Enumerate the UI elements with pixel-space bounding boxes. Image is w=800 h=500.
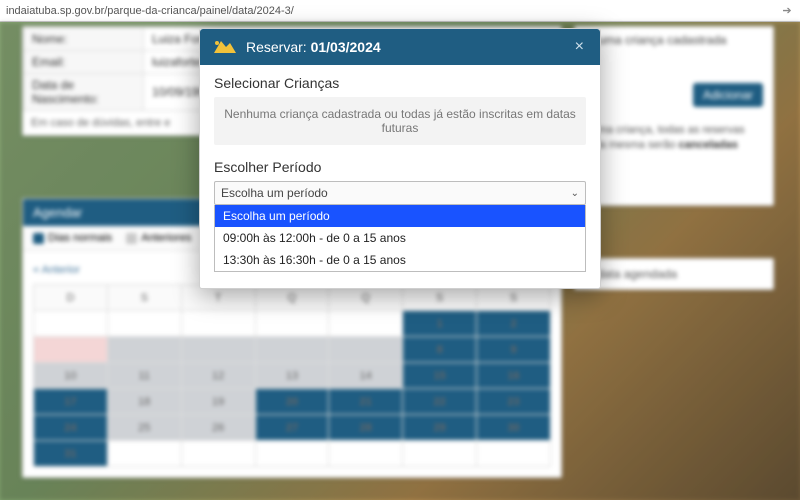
modal-title: Reservar: 01/03/2024 (246, 39, 381, 55)
periodo-option[interactable]: 13:30h às 16:30h - de 0 a 15 anos (215, 249, 585, 271)
modal-overlay: Reservar: 01/03/2024 × Selecionar Crianç… (0, 22, 800, 500)
periodo-select-value: Escolha um período (221, 186, 328, 200)
periodo-option[interactable]: Escolha um período (215, 205, 585, 227)
periodo-options-list: Escolha um período09:00h às 12:00h - de … (214, 205, 586, 272)
modal-close-icon[interactable]: × (571, 38, 588, 56)
reservar-modal: Reservar: 01/03/2024 × Selecionar Crianç… (199, 28, 601, 289)
modal-header: Reservar: 01/03/2024 × (200, 29, 600, 65)
browser-go-icon[interactable]: ➔ (780, 4, 794, 18)
no-children-info-box: Nenhuma criança cadastrada ou todas já e… (214, 97, 586, 145)
section-title-children: Selecionar Crianças (214, 75, 586, 91)
periodo-select[interactable]: Escolha um período ⌄ (214, 181, 586, 205)
periodo-option[interactable]: 09:00h às 12:00h - de 0 a 15 anos (215, 227, 585, 249)
section-title-periodo: Escolher Período (214, 159, 586, 175)
browser-url-input[interactable] (6, 5, 780, 17)
app-logo-icon (212, 37, 238, 57)
browser-url-bar: ➔ (0, 0, 800, 22)
chevron-down-icon: ⌄ (571, 188, 579, 199)
